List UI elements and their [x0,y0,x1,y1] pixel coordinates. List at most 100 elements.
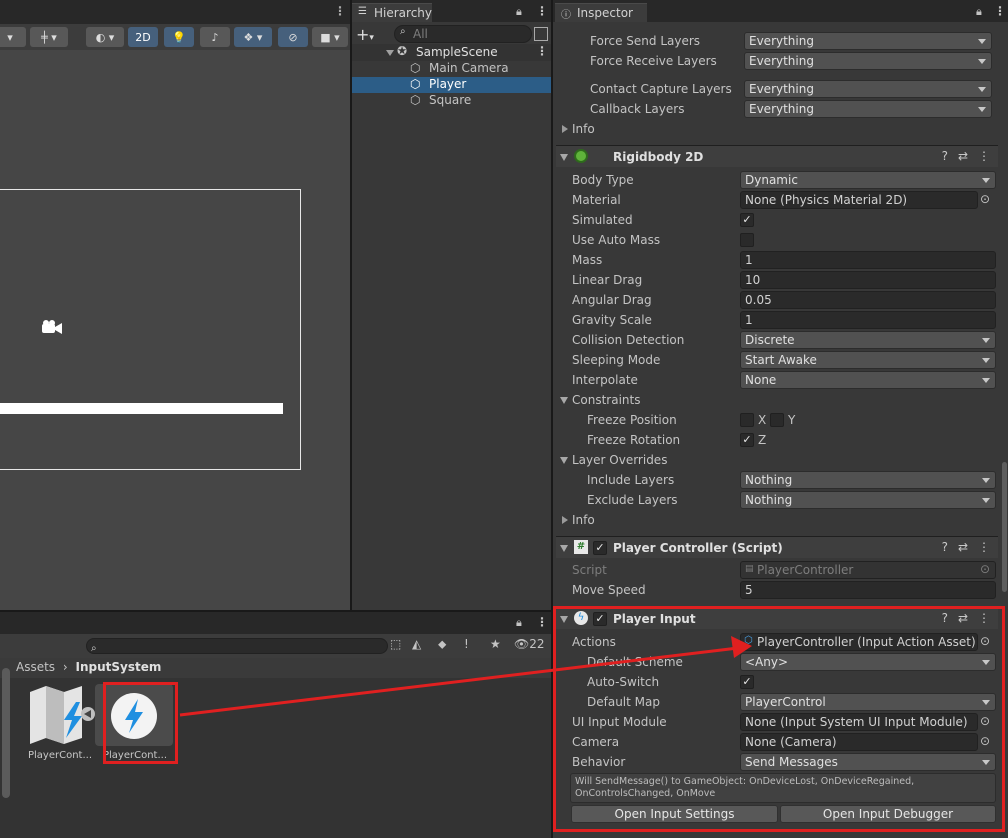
scrollbar[interactable] [2,668,10,798]
tab-hierarchy[interactable]: ☰ Hierarchy [352,3,432,22]
material-field[interactable]: None (Physics Material 2D) [740,191,978,209]
callback-layers-dropdown[interactable]: Everything [744,100,992,118]
add-button[interactable]: +▾ [356,25,374,44]
interpolate-dropdown[interactable]: None [740,371,996,389]
rigidbody2d-body: Body Type Dynamic Material None (Physics… [556,170,998,530]
hierarchy-search-input[interactable]: ⌕ All [394,25,532,43]
body-type-row: Body Type Dynamic [556,171,998,189]
script-file-icon: ▤ [745,564,754,574]
square-sprite[interactable] [0,403,283,414]
script-field: ▤ PlayerController [740,561,996,579]
scene-visibility-icon[interactable]: ⊘ [278,27,308,47]
help-icon[interactable]: ? [942,149,948,163]
component-enabled-checkbox[interactable]: ✓ [593,541,607,555]
presets-icon[interactable]: ⇄ [958,540,968,554]
contact-capture-layers-dropdown[interactable]: Everything [744,80,992,98]
axis-label: Y [788,413,796,427]
sleeping-mode-dropdown[interactable]: Start Awake [740,351,996,369]
console-errors-icon[interactable]: ! [464,637,469,651]
force-send-layers-dropdown[interactable]: Everything [744,32,992,50]
filter-by-label-icon[interactable]: ⬥ [438,637,446,652]
constraints-foldout[interactable]: Constraints [556,391,998,409]
more-icon[interactable]: ⋮ [536,615,548,629]
more-icon[interactable]: ⋮ [334,4,346,18]
freeze-position-x-checkbox[interactable] [740,413,754,427]
presets-icon[interactable]: ⇄ [958,149,968,163]
info-foldout[interactable]: Info [556,511,756,529]
lock-icon[interactable]: 🔒︎ [516,616,522,630]
asset-tile-scheme[interactable]: PlayerCont... [24,684,96,764]
mass-field[interactable]: 1 [740,251,996,269]
hierarchy-item-square[interactable]: ⬡ Square [352,93,551,109]
breadcrumb-inputsystem[interactable]: InputSystem [76,660,162,674]
object-picker-icon[interactable]: ⊙ [980,192,990,206]
force-receive-layers-dropdown[interactable]: Everything [744,52,992,70]
use-auto-mass-checkbox[interactable] [740,233,754,247]
field-label: Sleeping Mode [572,353,661,367]
rigidbody2d-header[interactable]: Rigidbody 2D ? ⇄ ⋮ [556,145,998,167]
search-options-icon[interactable] [534,27,548,41]
interpolate-row: Interpolate None [556,371,998,389]
breadcrumb-assets[interactable]: Assets [16,660,55,674]
angular-drag-field[interactable]: 0.05 [740,291,996,309]
gravity-scale-field[interactable]: 1 [740,311,996,329]
scene-panel: ⋮ ▾ ╪ ▾ ◐ ▾ 2D 💡 ♪ ❖ ▾ ⊘ ■ ▾ [0,0,350,610]
2d-toggle-button[interactable]: 2D [128,27,158,47]
hierarchy-item-player[interactable]: ⬡ Player [352,77,551,93]
exclude-layers-dropdown[interactable]: Nothing [740,491,996,509]
shading-mode-icon[interactable]: ◐ ▾ [86,27,124,47]
grid-snap-icon[interactable]: ╪ ▾ [30,27,68,47]
search-placeholder: All [413,27,428,41]
lighting-toggle-icon[interactable]: 💡 [164,27,194,47]
effects-toggle-icon[interactable]: ❖ ▾ [234,27,272,47]
linear-drag-field[interactable]: 10 [740,271,996,289]
camera-gizmo-icon [40,320,62,334]
favorites-icon[interactable]: ★ [490,637,501,651]
script-row: Script ▤ PlayerController ⊙ [556,561,998,579]
gizmo-pivot-icon[interactable]: ▾ [0,27,26,47]
player-controller-header[interactable]: # ✓ Player Controller (Script) ? ⇄ ⋮ [556,536,998,558]
tab-inspector[interactable]: ⓘ Inspector [555,3,647,22]
script-value: PlayerController [757,563,854,577]
hidden-count: 22 [529,637,545,651]
hierarchy-panel: ☰ Hierarchy 🔒︎ ⋮ +▾ ⌕ All ✪ SampleScene ⋮… [352,0,551,610]
audio-toggle-icon[interactable]: ♪ [200,27,230,47]
freeze-rotation-z-checkbox[interactable]: ✓ [740,433,754,447]
chevron-right-icon [562,125,568,133]
more-icon[interactable]: ⋮ [978,540,990,554]
project-panel: 🔒︎ ⋮ ⌕ ⬚ ◭ ⬥ ! ★ 👁︎22 Assets › InputSyst… [0,612,551,838]
more-icon[interactable]: ⋮ [536,4,548,18]
hierarchy-icon: ☰ [358,6,367,17]
more-icon[interactable]: ⋮ [994,4,1006,18]
freeze-position-y-checkbox[interactable] [770,413,784,427]
hierarchy-scene-row[interactable]: ✪ SampleScene ⋮ [352,44,551,61]
move-speed-field[interactable]: 5 [740,581,996,599]
gravity-scale-row: Gravity Scale 1 [556,311,998,329]
hidden-packages-icon[interactable]: 👁︎22 [514,637,545,651]
scene-canvas[interactable] [0,50,350,610]
project-search-input[interactable]: ⌕ [86,638,388,654]
include-layers-dropdown[interactable]: Nothing [740,471,996,489]
search-by-type-icon[interactable]: ⬚ [390,637,401,651]
collision-detection-dropdown[interactable]: Discrete [740,331,996,349]
simulated-row: Simulated ✓ [556,211,998,229]
foldout-label: Info [572,122,595,136]
field-label: Script [572,563,607,577]
hierarchy-item-main-camera[interactable]: ⬡ Main Camera [352,61,551,77]
filter-by-type-icon[interactable]: ◭ [412,637,421,651]
lock-icon[interactable]: 🔒︎ [516,5,522,19]
help-icon[interactable]: ? [942,540,948,554]
inspector-scrollbar[interactable] [1002,462,1007,592]
more-icon[interactable]: ⋮ [978,149,990,163]
lock-icon[interactable]: 🔒︎ [976,5,982,19]
more-icon[interactable]: ⋮ [536,44,548,58]
layer-overrides-foldout[interactable]: Layer Overrides [556,451,998,469]
body-type-dropdown[interactable]: Dynamic [740,171,996,189]
force-send-layers-row: Force Send Layers Everything [556,32,998,50]
rigidbody2d-icon [574,149,588,163]
field-label: Contact Capture Layers [590,82,732,96]
simulated-checkbox[interactable]: ✓ [740,213,754,227]
field-label: Collision Detection [572,333,685,347]
info-foldout[interactable]: Info [556,120,756,138]
camera-settings-icon[interactable]: ■ ▾ [312,27,348,47]
